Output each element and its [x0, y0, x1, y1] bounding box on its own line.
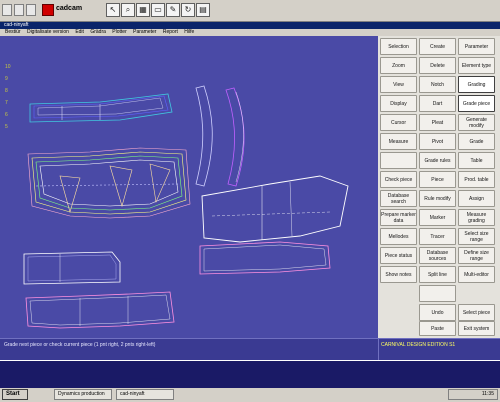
prod-table-button[interactable]: Prod. table: [458, 171, 495, 188]
measure-tool-icon[interactable]: ▭: [151, 3, 165, 17]
app-logo-icon: [42, 4, 54, 16]
window-title: cad-ninyaft: [0, 22, 500, 29]
grid-tool-icon[interactable]: ▦: [136, 3, 150, 17]
cursor-button[interactable]: Cursor: [380, 114, 417, 131]
pivot-button[interactable]: Pivot: [419, 133, 456, 150]
pattern-pieces: [23, 85, 349, 329]
pattern-piece-trouser-leg: [25, 291, 175, 329]
show-notes-button[interactable]: Show notes: [380, 266, 417, 283]
pattern-piece-facing: [195, 85, 245, 187]
start-button[interactable]: Start: [2, 389, 28, 400]
paste-button[interactable]: Paste: [419, 321, 456, 336]
folder-icon[interactable]: [14, 4, 24, 16]
menu-item[interactable]: Report: [163, 29, 178, 36]
system-clock: 11:35: [448, 389, 498, 400]
status-message: Grade next piece or check current piece …: [4, 342, 156, 348]
menu-item[interactable]: Parameter: [133, 29, 156, 36]
grade-button[interactable]: Grade: [458, 133, 495, 150]
multi-editor-button[interactable]: Multi-editor: [458, 266, 495, 283]
display-button[interactable]: Display: [380, 95, 417, 112]
prepare-marker-button[interactable]: Prepare marker data: [380, 209, 417, 226]
app-window: cadcam ↖ ⌕ ▦ ▭ ✎ ↻ ▤ cad-ninyaft Bestiür…: [0, 0, 500, 402]
print-icon[interactable]: [26, 4, 36, 16]
select-piece-button[interactable]: Select piece: [458, 304, 495, 321]
cursor-tool-icon[interactable]: ↖: [106, 3, 120, 17]
zoom-tool-icon[interactable]: ⌕: [121, 3, 135, 17]
zoom-button[interactable]: Zoom: [380, 57, 417, 74]
marker-button[interactable]: Marker: [419, 209, 456, 226]
pencil-tool-icon[interactable]: ✎: [166, 3, 180, 17]
methodes-button[interactable]: Mellodes: [380, 228, 417, 245]
database-search-button[interactable]: Database search: [380, 190, 417, 207]
element-type-button[interactable]: Element type: [458, 57, 495, 74]
check-piece-button[interactable]: Check piece: [380, 171, 417, 188]
status-info: CARNIVAL DESIGN EDITION S1: [378, 339, 500, 361]
menu-item[interactable]: Edit: [75, 29, 84, 36]
pattern-piece-sleeve: [201, 175, 349, 243]
view-button[interactable]: View: [380, 76, 417, 93]
layers-tool-icon[interactable]: ▤: [196, 3, 210, 17]
command-panel: Selection Zoom View Display Cursor Measu…: [378, 36, 500, 338]
menu-bar: Bestiür Digitalisate version Edit Grädra…: [0, 29, 500, 36]
pattern-canvas[interactable]: 10 9 8 7 6 5: [0, 36, 378, 338]
piece-button[interactable]: Piece: [419, 171, 456, 188]
measure-button[interactable]: Measure: [380, 133, 417, 150]
app-name: cadcam: [56, 5, 83, 12]
define-size-range-button[interactable]: Define size range: [458, 247, 495, 264]
empty-slot: [380, 152, 417, 169]
table-button[interactable]: Table: [458, 152, 495, 169]
pattern-piece-pocket: [23, 251, 121, 285]
taskbar-item[interactable]: Dynamics production: [54, 389, 112, 400]
taskbar-item[interactable]: cad-ninyaft: [116, 389, 174, 400]
delete-button[interactable]: Delete: [419, 57, 456, 74]
taskbar-band: [0, 361, 500, 388]
grade-rules-button[interactable]: Grade rules: [419, 152, 456, 169]
create-button[interactable]: Create: [419, 38, 456, 55]
undo-button[interactable]: Undo: [419, 304, 456, 321]
generate-modify-button[interactable]: Generate modify: [458, 114, 495, 131]
exit-system-button[interactable]: Exit system: [458, 321, 495, 336]
parameter-button[interactable]: Parameter: [458, 38, 495, 55]
grade-piece-button[interactable]: Grade piece: [458, 95, 495, 112]
database-sources-button[interactable]: Database sources: [419, 247, 456, 264]
notch-button[interactable]: Notch: [419, 76, 456, 93]
taskbar: Start Dynamics production cad-ninyaft 11…: [0, 360, 500, 402]
grading-button[interactable]: Grading: [458, 76, 495, 93]
piece-status-button[interactable]: Piece status: [380, 247, 417, 264]
top-toolbar: cadcam ↖ ⌕ ▦ ▭ ✎ ↻ ▤: [0, 0, 500, 22]
selection-button[interactable]: Selection: [380, 38, 417, 55]
menu-item[interactable]: Plotter: [112, 29, 126, 36]
menu-item[interactable]: Bestiür: [5, 29, 21, 36]
pattern-piece-bodice: [27, 147, 191, 219]
rule-modify-button[interactable]: Rule modify: [419, 190, 456, 207]
dart-button[interactable]: Dart: [419, 95, 456, 112]
status-bar: Grade next piece or check current piece …: [0, 338, 500, 361]
split-line-button[interactable]: Split line: [419, 266, 456, 283]
tracer-button[interactable]: Tracer: [419, 228, 456, 245]
refresh-tool-icon[interactable]: ↻: [181, 3, 195, 17]
measure-grading-button[interactable]: Measure grading: [458, 209, 495, 226]
pattern-piece-waistband: [29, 93, 173, 123]
pattern-piece-cuff: [199, 241, 331, 275]
assign-button[interactable]: Assign: [458, 190, 495, 207]
select-size-range-button[interactable]: Select size range: [458, 228, 495, 245]
menu-item[interactable]: Grädra: [90, 29, 106, 36]
menu-item[interactable]: Digitalisate version: [27, 29, 69, 36]
empty-slot: [419, 285, 456, 302]
menu-item[interactable]: Hilfe: [184, 29, 194, 36]
pleat-button[interactable]: Pleat: [419, 114, 456, 131]
window-control-icon[interactable]: [2, 4, 12, 16]
